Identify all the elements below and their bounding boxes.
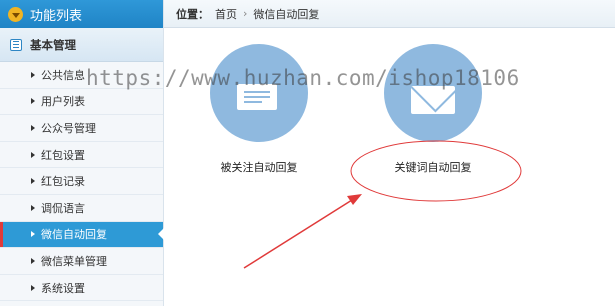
caret-right-icon [31, 124, 35, 131]
sidebar-title: 功能列表 [30, 8, 83, 24]
breadcrumb-current: 微信自动回复 [253, 7, 320, 21]
sidebar-header: 功能列表 [0, 0, 163, 28]
keyword-auto-reply-card[interactable]: 关键词自动回复 [373, 44, 493, 175]
caret-right-icon [31, 178, 35, 185]
sidebar-item-label: 公共信息 [41, 68, 85, 82]
menu-group-basic-management[interactable]: 基本管理 [0, 28, 163, 62]
sidebar-item-label: 微信菜单管理 [41, 254, 107, 268]
breadcrumb: 位置： 首页 › 微信自动回复 [164, 0, 615, 28]
sidebar-item[interactable]: 公众号管理 [0, 115, 163, 142]
sidebar-item[interactable]: 红包记录 [0, 168, 163, 195]
sidebar-item-label: 用户列表 [41, 95, 85, 109]
annotation-arrow-head [347, 194, 362, 205]
breadcrumb-separator: › [243, 7, 248, 20]
keyword-auto-reply-circle[interactable] [384, 44, 482, 142]
caret-right-icon [31, 231, 35, 238]
caret-right-icon [31, 257, 35, 264]
sidebar-item-label: 调侃语言 [41, 201, 85, 215]
sidebar-item-label: 红包记录 [41, 175, 85, 189]
follow-auto-reply-circle[interactable] [210, 44, 308, 142]
sidebar-item[interactable]: 微信菜单管理 [0, 248, 163, 275]
sidebar-item[interactable]: 公共信息 [0, 62, 163, 89]
sidebar-item[interactable]: 红包设置 [0, 142, 163, 169]
caret-right-icon [31, 284, 35, 291]
sidebar-item[interactable]: 用户列表 [0, 89, 163, 116]
breadcrumb-prefix: 位置： [176, 7, 209, 21]
keyword-auto-reply-label[interactable]: 关键词自动回复 [373, 159, 493, 175]
sidebar: 功能列表 基本管理 公共信息用户列表公众号管理红包设置红包记录调侃语言微信自动回… [0, 0, 164, 306]
caret-right-icon [31, 71, 35, 78]
main-content: 位置： 首页 › 微信自动回复 被关注自动回复 关键词自动回复 [164, 0, 615, 306]
document-icon [237, 84, 277, 110]
follow-auto-reply-card[interactable]: 被关注自动回复 [199, 44, 319, 175]
sidebar-item-label: 系统设置 [41, 281, 85, 295]
sidebar-item[interactable]: 调侃语言 [0, 195, 163, 222]
menu-group-label: 基本管理 [30, 37, 76, 52]
caret-right-icon [31, 204, 35, 211]
breadcrumb-home-link[interactable]: 首页 [215, 6, 237, 22]
annotation-arrow-shaft [243, 199, 353, 269]
caret-right-icon [31, 98, 35, 105]
mail-icon [411, 86, 455, 114]
sidebar-item[interactable]: 系统设置 [0, 275, 163, 302]
sidebar-menu: 公共信息用户列表公众号管理红包设置红包记录调侃语言微信自动回复 微信菜单管理 系统设… [0, 62, 164, 302]
sidebar-item[interactable]: 微信自动回复 [0, 221, 164, 249]
follow-auto-reply-label[interactable]: 被关注自动回复 [199, 159, 319, 175]
sidebar-item-label: 公众号管理 [41, 121, 96, 135]
list-icon [10, 38, 22, 51]
collapse-toggle-icon[interactable] [8, 6, 23, 22]
caret-right-icon [31, 151, 35, 158]
sidebar-item-label: 红包设置 [41, 148, 85, 162]
sidebar-item-label: 微信自动回复 [41, 228, 107, 242]
